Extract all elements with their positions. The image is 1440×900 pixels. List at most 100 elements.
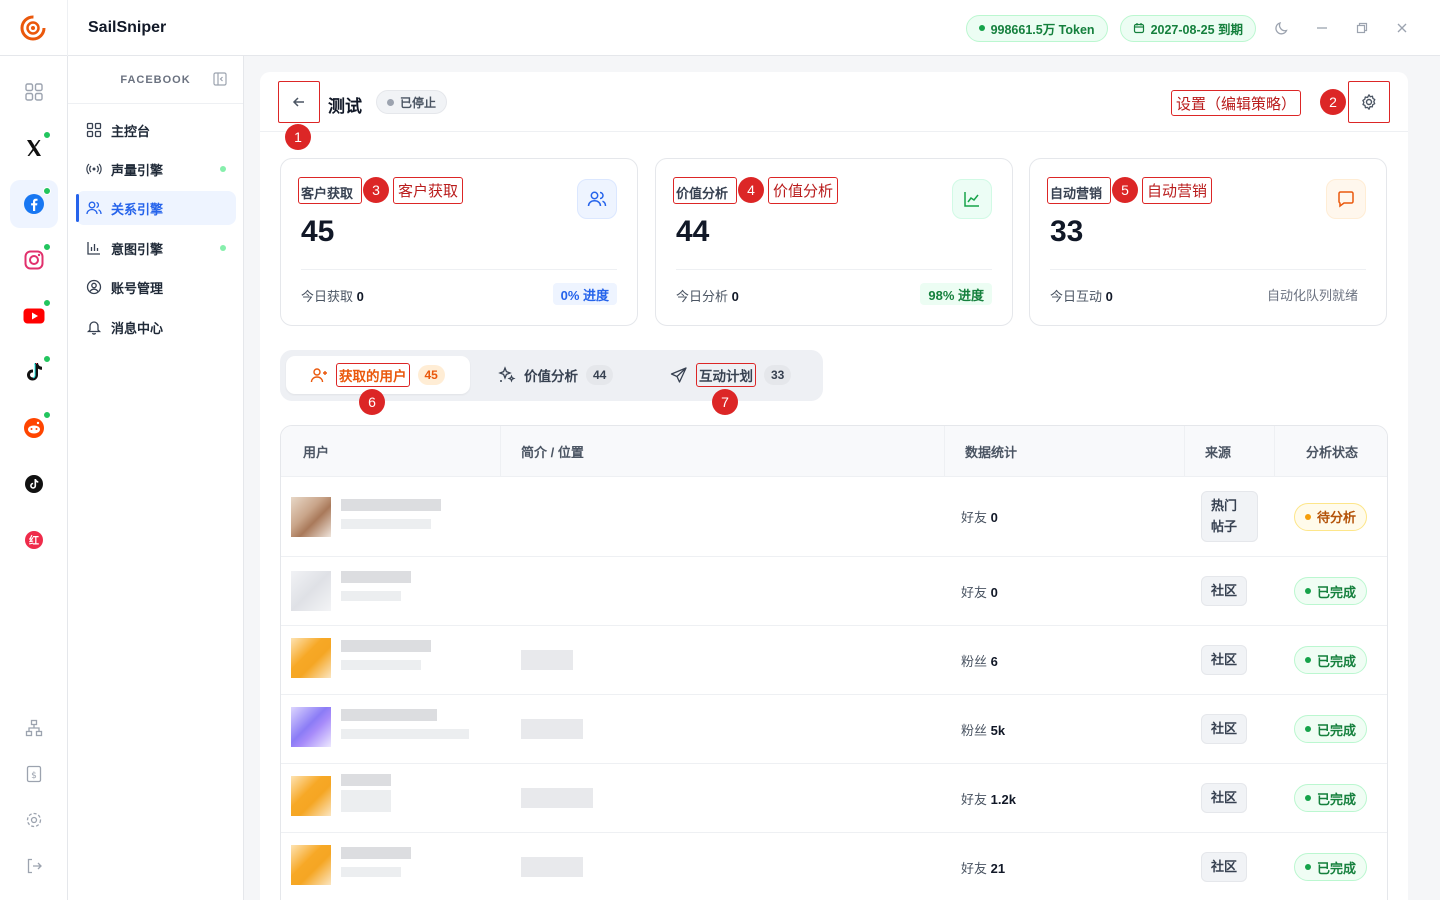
annotation-marker-1: 1 xyxy=(285,124,311,150)
tab-acquired-users[interactable]: 获取的用户 45 xyxy=(286,356,470,394)
status-dot xyxy=(220,166,226,172)
table-row[interactable]: 粉丝 6 社区 已完成 xyxy=(281,626,1387,695)
bar-chart-icon xyxy=(87,242,100,255)
source-tag: 社区 xyxy=(1201,851,1248,883)
state-cell: 已完成 xyxy=(1294,833,1368,900)
rail-item-instagram[interactable] xyxy=(10,236,58,284)
status-dot xyxy=(1305,726,1311,732)
column-header-user[interactable]: 用户 xyxy=(281,426,501,477)
card-icon-wrap xyxy=(1326,179,1366,219)
sidebar-item-voice-engine[interactable]: 声量引擎 xyxy=(76,152,236,186)
rail-item-tiktok-alt[interactable] xyxy=(10,460,58,508)
annotation-marker-3: 3 xyxy=(363,177,389,203)
tiktok-alt-icon xyxy=(25,475,43,493)
sidebar-item-dashboard[interactable]: 主控台 xyxy=(76,113,236,147)
rail-item-youtube[interactable] xyxy=(10,292,58,340)
bio-redacted xyxy=(521,857,583,877)
bio-redacted xyxy=(521,650,573,670)
logout-icon xyxy=(27,858,42,874)
expiry-badge[interactable]: 2027-08-25 到期 xyxy=(1119,14,1256,42)
column-header-source[interactable]: 来源 xyxy=(1185,426,1275,477)
rail-item-reddit[interactable] xyxy=(10,404,58,452)
rail-item-xiaohongshu[interactable]: 红 xyxy=(10,516,58,564)
table-row[interactable]: 粉丝 5k 社区 已完成 xyxy=(281,695,1387,764)
state-cell: 已完成 xyxy=(1294,695,1368,763)
sidebar-item-label: 声量引擎 xyxy=(111,162,164,178)
stat-value: 0 xyxy=(990,584,998,600)
stat-label: 好友 xyxy=(961,510,988,525)
broadcast-icon xyxy=(86,163,102,175)
status-dot xyxy=(220,245,226,251)
sidebar-item-accounts[interactable]: 账号管理 xyxy=(76,270,236,304)
sidebar-item-messages[interactable]: 消息中心 xyxy=(76,310,236,344)
user-name-redacted xyxy=(341,571,411,583)
rail-item-dashboard[interactable] xyxy=(10,68,58,116)
gear-icon xyxy=(26,812,42,828)
table-row[interactable]: 好友 0 社区 已完成 xyxy=(281,557,1387,626)
rail-item-org[interactable] xyxy=(10,704,58,752)
annotation-marker-4: 4 xyxy=(738,177,764,203)
tab-interaction-plan[interactable]: 互动计划 33 xyxy=(658,356,803,394)
user-avatar xyxy=(291,571,331,611)
instagram-icon xyxy=(24,250,44,270)
card-footer: 今日分析 0 xyxy=(676,286,739,305)
message-icon xyxy=(1338,191,1354,208)
annotation-label-marketing: 自动营销 xyxy=(1142,177,1213,204)
theme-toggle-button[interactable] xyxy=(1268,14,1296,42)
expiry-text: 2027-08-25 到期 xyxy=(1150,22,1243,37)
token-balance-text: 998661.5万 Token xyxy=(990,22,1095,37)
stat-label: 好友 xyxy=(961,791,988,807)
table-row[interactable]: 好友 1.2k 社区 已完成 xyxy=(281,764,1387,833)
online-dot xyxy=(43,243,51,251)
sidebar-item-relation-engine[interactable]: 关系引擎 xyxy=(76,191,236,225)
tab-value-analysis[interactable]: 价值分析 44 xyxy=(486,356,625,394)
rail-item-logout[interactable] xyxy=(10,842,58,890)
sidebar: FACEBOOK 主控台 声量引擎 关系引擎 意图引擎 账号管理 消息中心 xyxy=(68,56,244,900)
facebook-icon xyxy=(24,194,44,214)
stat-label: 粉丝 xyxy=(961,722,988,738)
sidebar-item-intent-engine[interactable]: 意图引擎 xyxy=(76,231,236,265)
column-header-bio[interactable]: 简介 / 位置 xyxy=(501,426,945,477)
source-tag: 社区 xyxy=(1201,644,1248,676)
card-icon-wrap xyxy=(577,179,617,219)
close-button[interactable] xyxy=(1388,14,1416,42)
stat-value: 1.2k xyxy=(990,791,1016,807)
active-indicator xyxy=(76,194,79,222)
restore-icon xyxy=(1356,22,1368,34)
token-balance-badge[interactable]: 998661.5万 Token xyxy=(965,14,1108,42)
tab-count: 33 xyxy=(764,365,792,385)
card-footer: 今日互动 0 xyxy=(1050,286,1113,305)
column-header-state[interactable]: 分析状态 xyxy=(1275,426,1387,477)
sidebar-item-label: 主控台 xyxy=(111,123,151,139)
table-row[interactable]: 好友 21 社区 已完成 xyxy=(281,833,1387,900)
stat-card-acquire: 客户获取 3 客户获取 45 今日获取 0 0% 进度 xyxy=(280,158,638,326)
status-text: 已停止 xyxy=(400,95,437,110)
user-icon xyxy=(310,368,327,383)
back-button[interactable] xyxy=(278,81,320,123)
bio-redacted xyxy=(521,788,593,808)
column-header-stats[interactable]: 数据统计 xyxy=(945,426,1185,477)
users-table: 用户 简介 / 位置 数据统计 来源 分析状态 好友 0 热门帖子 待分析 好友… xyxy=(280,425,1388,900)
analysis-status-badge: 已完成 xyxy=(1294,646,1368,674)
collapse-sidebar-icon[interactable] xyxy=(213,72,227,86)
maximize-button[interactable] xyxy=(1348,14,1376,42)
rail-item-billing[interactable]: $ xyxy=(10,750,58,798)
rail-item-x[interactable] xyxy=(10,124,58,172)
annotation-marker-6: 6 xyxy=(359,389,385,415)
rail-item-settings[interactable] xyxy=(10,796,58,844)
minimize-button[interactable] xyxy=(1308,14,1336,42)
tab-count: 44 xyxy=(586,365,614,385)
analysis-status-badge: 已完成 xyxy=(1294,784,1368,812)
user-avatar xyxy=(291,707,331,747)
grid-icon xyxy=(25,83,43,101)
rail-item-tiktok[interactable] xyxy=(10,348,58,396)
settings-button[interactable] xyxy=(1348,81,1390,123)
user-name-redacted xyxy=(341,847,411,859)
annotation-outline-3 xyxy=(298,177,362,204)
rail-item-facebook[interactable] xyxy=(10,180,58,228)
stats-cell: 粉丝 6 xyxy=(961,626,998,694)
table-row[interactable]: 好友 0 热门帖子 待分析 xyxy=(281,477,1387,557)
close-icon xyxy=(1397,23,1407,33)
sidebar-item-label: 账号管理 xyxy=(111,280,164,296)
user-name-redacted xyxy=(341,709,437,721)
